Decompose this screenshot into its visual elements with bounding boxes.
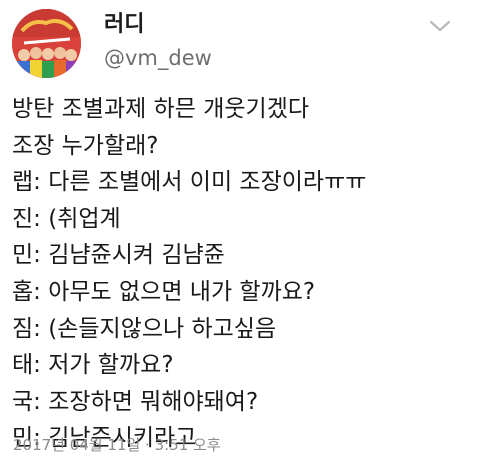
tweet-line: 민: 김냠쥰시켜 김냠쥰 bbox=[12, 242, 225, 269]
tweet-line: 진: (취업계 bbox=[12, 205, 121, 232]
user-handle[interactable]: @vm_dew bbox=[104, 44, 212, 72]
display-name[interactable]: 러디 bbox=[104, 10, 212, 40]
tweet-line: 랩: 다른 조별에서 이미 조장이라ㅠㅠ bbox=[12, 169, 367, 196]
tweet-line: 홉: 아무도 없으면 내가 할까요? bbox=[12, 278, 316, 305]
tweet-card: 러디 @vm_dew 방탄 조별과제 하믄 개웃기겠다 조장 누가할래? 랩: … bbox=[0, 0, 480, 467]
tweet-text: 방탄 조별과제 하믄 개웃기겠다 조장 누가할래? 랩: 다른 조별에서 이미 … bbox=[12, 91, 472, 457]
avatar-image bbox=[12, 9, 81, 78]
tweet-line: 조장 누가할래? bbox=[12, 132, 159, 159]
tweet-timestamp[interactable]: 2017년 04월 11일 · 3:51 오후 bbox=[13, 434, 221, 456]
tweet-line: 국: 조장하면 뭐해야돼여? bbox=[12, 388, 259, 415]
tweet-line: 짐: (손들지않으나 하고싶음 bbox=[12, 315, 277, 342]
tweet-line: 방탄 조별과제 하믄 개웃기겠다 bbox=[12, 96, 310, 122]
avatar[interactable] bbox=[12, 9, 81, 78]
tweet-line: 태: 저가 할까요? bbox=[12, 352, 174, 379]
user-info: 러디 @vm_dew bbox=[104, 10, 212, 72]
chevron-down-icon[interactable] bbox=[428, 18, 452, 34]
